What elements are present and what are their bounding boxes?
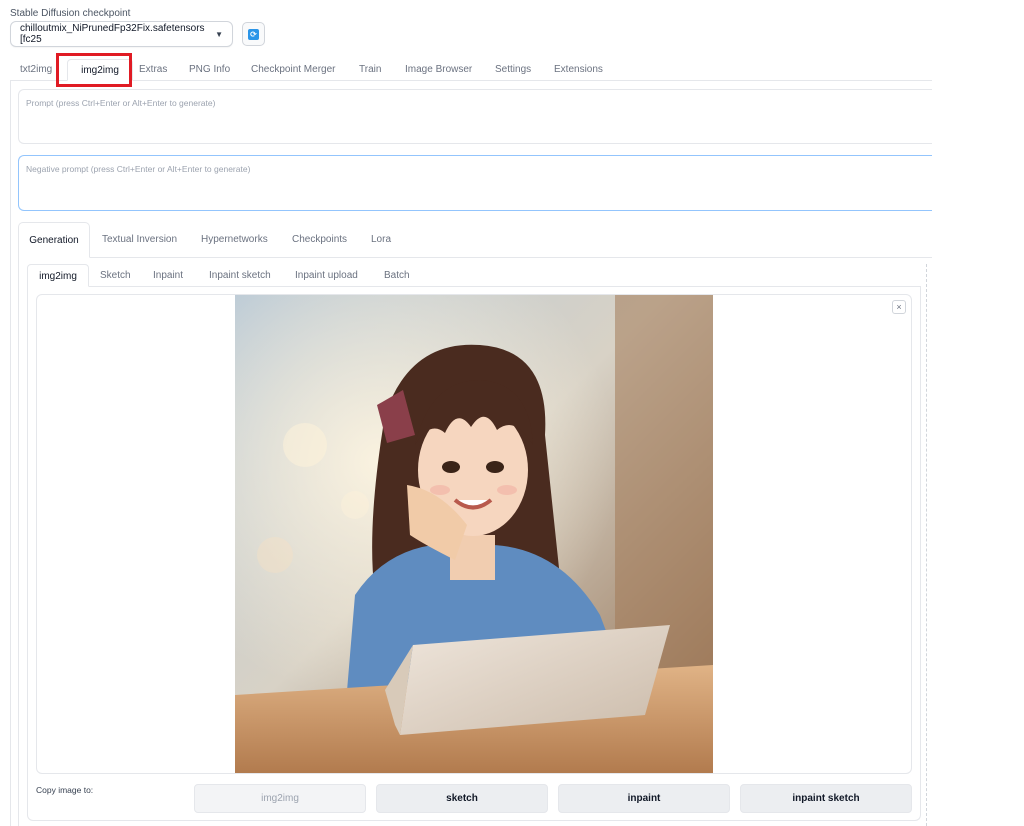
checkpoint-value: chilloutmix_NiPrunedFp32Fix.safetensors … [20,23,205,45]
tab-checkpoints[interactable]: Checkpoints [292,222,347,258]
generation-tabs: Generation Textual Inversion Hypernetwor… [18,222,932,258]
tab-hypernetworks[interactable]: Hypernetworks [201,222,268,258]
tab-generation[interactable]: Generation [18,222,90,258]
main-tabs: txt2img img2img Extras PNG Info Checkpoi… [10,59,932,81]
prompt-placeholder: Prompt (press Ctrl+Enter or Alt+Enter to… [26,98,216,108]
tab-textual-inversion[interactable]: Textual Inversion [102,222,177,258]
negative-prompt-input[interactable]: Negative prompt (press Ctrl+Enter or Alt… [18,155,932,211]
tab-sketch[interactable]: Sketch [100,264,131,287]
copy-image-label: Copy image to: [36,785,94,795]
copy-to-inpaint-sketch-button[interactable]: inpaint sketch [740,784,912,813]
tab-image-browser[interactable]: Image Browser [405,59,472,81]
tab-inpaint[interactable]: Inpaint [153,264,183,287]
tab-inpaint-upload[interactable]: Inpaint upload [295,264,358,287]
refresh-icon: ⟳ [248,28,259,40]
tab-extensions[interactable]: Extensions [554,59,603,81]
tab-lora[interactable]: Lora [371,222,391,258]
tab-settings[interactable]: Settings [495,59,531,81]
input-image [235,295,713,773]
img2img-mode-tabs: img2img Sketch Inpaint Inpaint sketch In… [27,264,921,287]
copy-to-inpaint-button[interactable]: inpaint [558,784,730,813]
copy-to-sketch-button[interactable]: sketch [376,784,548,813]
tab-png-info[interactable]: PNG Info [189,59,230,81]
tab-txt2img[interactable]: txt2img [20,59,52,81]
tab-inpaint-sketch[interactable]: Inpaint sketch [209,264,271,287]
tab-img2img[interactable]: img2img [67,59,133,81]
negative-prompt-placeholder: Negative prompt (press Ctrl+Enter or Alt… [26,164,251,174]
generation-panel-border [18,257,19,826]
chevron-down-icon: ▼ [215,29,223,39]
tab-img2img-mode[interactable]: img2img [27,264,89,287]
tab-batch[interactable]: Batch [384,264,410,287]
close-icon[interactable]: × [892,300,906,314]
copy-to-img2img-button[interactable]: img2img [194,784,366,813]
tab-train[interactable]: Train [359,59,381,81]
tab-checkpoint-merger[interactable]: Checkpoint Merger [251,59,335,81]
prompt-input[interactable]: Prompt (press Ctrl+Enter or Alt+Enter to… [18,89,932,144]
checkpoint-label: Stable Diffusion checkpoint [10,8,131,19]
panel-border [10,81,11,826]
checkpoint-dropdown[interactable]: chilloutmix_NiPrunedFp32Fix.safetensors … [10,21,233,47]
refresh-checkpoint-button[interactable]: ⟳ [242,22,265,46]
tab-extras[interactable]: Extras [139,59,167,81]
resize-divider [926,264,927,826]
